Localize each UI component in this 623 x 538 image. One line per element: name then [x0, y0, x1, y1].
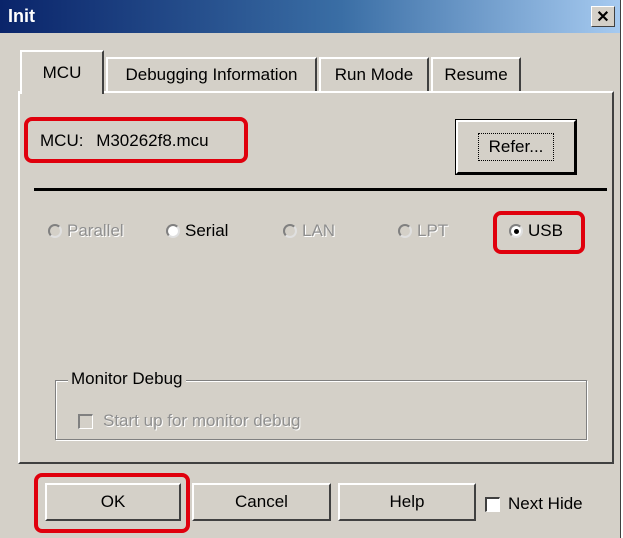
help-button-label: Help [389, 492, 425, 511]
mcu-filename: M30262f8.mcu [96, 131, 209, 150]
tab-label: Run Mode [334, 65, 414, 84]
monitor-debug-checkbox-label: Start up for monitor debug [103, 411, 301, 430]
radio-label: USB [528, 221, 563, 240]
ok-button-label: OK [100, 492, 126, 511]
separator [34, 188, 607, 191]
radio-circle-icon [283, 224, 297, 238]
tab-debugging-information[interactable]: Debugging Information [106, 57, 317, 91]
ok-button[interactable]: OK [45, 483, 181, 521]
radio-label: LPT [417, 221, 449, 240]
checkbox-icon [78, 413, 93, 429]
window-title: Init [8, 6, 35, 26]
radio-serial[interactable]: Serial [166, 221, 228, 241]
cancel-button-label: Cancel [235, 492, 288, 511]
refer-button-label: Refer... [477, 133, 555, 161]
radio-circle-icon [166, 224, 180, 238]
radio-usb[interactable]: USB [509, 221, 563, 241]
close-icon: ✕ [596, 8, 610, 26]
tab-label: Resume [444, 65, 508, 84]
tab-run-mode[interactable]: Run Mode [319, 57, 429, 91]
radio-checked-icon [509, 224, 523, 238]
radio-label: LAN [302, 221, 336, 240]
radio-label: Serial [185, 221, 229, 240]
tab-label: MCU [42, 63, 82, 82]
tab-label: Debugging Information [125, 65, 298, 84]
next-hide-checkbox[interactable]: Next Hide [485, 494, 583, 514]
monitor-debug-group-label: Monitor Debug [68, 369, 186, 389]
mcu-label: MCU: [40, 131, 84, 150]
close-button[interactable]: ✕ [591, 6, 615, 27]
title-bar[interactable]: Init ✕ [0, 0, 620, 33]
next-hide-label: Next Hide [508, 494, 583, 513]
monitor-debug-checkbox[interactable]: Start up for monitor debug [78, 411, 301, 431]
tab-resume[interactable]: Resume [431, 57, 521, 91]
monitor-debug-group [55, 380, 587, 440]
radio-circle-icon [398, 224, 412, 238]
checkbox-icon [485, 496, 500, 512]
tab-mcu[interactable]: MCU [20, 50, 104, 94]
mcu-info: MCU: M30262f8.mcu [40, 131, 209, 151]
radio-label: Parallel [67, 221, 124, 240]
radio-lpt[interactable]: LPT [398, 221, 448, 241]
cancel-button[interactable]: Cancel [192, 483, 331, 521]
help-button[interactable]: Help [338, 483, 476, 521]
refer-button[interactable]: Refer... [455, 119, 577, 175]
init-dialog: Init ✕ MCU Debugging Information Run Mod… [0, 0, 621, 538]
radio-parallel[interactable]: Parallel [48, 221, 124, 241]
radio-lan[interactable]: LAN [283, 221, 335, 241]
radio-circle-icon [48, 224, 62, 238]
